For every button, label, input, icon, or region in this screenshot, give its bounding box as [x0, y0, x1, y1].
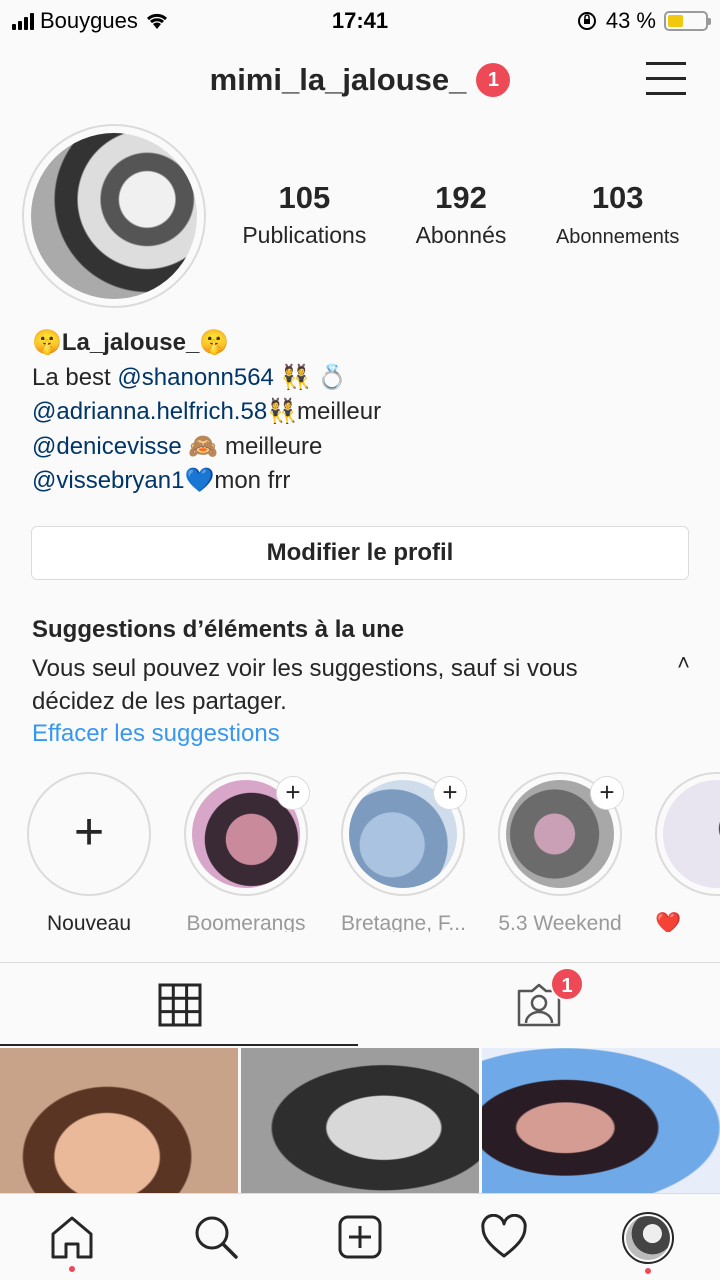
tab-grid[interactable] [0, 963, 360, 1047]
highlight-circle: + [498, 772, 624, 896]
nav-home[interactable] [0, 1194, 144, 1280]
edit-profile-button[interactable]: Modifier le profil [31, 526, 689, 580]
highlight-item[interactable]: ❤️ [655, 772, 720, 932]
plus-icon[interactable]: + [276, 776, 310, 810]
stat-followers[interactable]: 192 Abonnés [383, 180, 540, 249]
stat-following[interactable]: 103 Abonnements [539, 180, 696, 249]
tagged-notification-badge: 1 [550, 967, 584, 1001]
bio-text: La best [32, 363, 118, 391]
username-title: mimi_la_jalouse_ [209, 62, 467, 97]
post-thumbnail[interactable] [482, 1048, 720, 1193]
stat-publications[interactable]: 105 Publications [226, 180, 383, 249]
active-tab-indicator [0, 1044, 358, 1046]
activity-dot [645, 1268, 651, 1274]
nav-activity[interactable] [432, 1194, 576, 1280]
profile-header: mimi_la_jalouse_ 1 [0, 50, 720, 114]
profile-photo [31, 133, 197, 299]
add-post-icon [338, 1215, 382, 1259]
highlight-label: Nouveau [46, 912, 132, 932]
profile-bio: 🤫La_jalouse_🤫 La best @shanonn564 👯 💍 @a… [32, 326, 692, 499]
bio-text: 💙mon frr [184, 467, 291, 494]
profile-stats: 105 Publications 192 Abonnés 103 Abonnem… [226, 180, 696, 249]
nav-add-post[interactable] [288, 1194, 432, 1280]
battery-icon [664, 11, 711, 31]
status-right: 43 % [576, 8, 711, 34]
highlight-label: ❤️ [655, 912, 682, 932]
nav-search[interactable] [144, 1194, 288, 1280]
stat-value: 192 [435, 180, 487, 215]
display-name: 🤫La_jalouse_🤫 [32, 329, 230, 356]
mention-link[interactable]: @shanonn564 [117, 364, 274, 391]
menu-icon[interactable] [646, 62, 686, 96]
stat-value: 103 [591, 180, 644, 215]
activity-dot [69, 1266, 75, 1272]
bio-text: 👯meilleur [267, 398, 382, 425]
home-icon [51, 1216, 93, 1259]
story-highlights: + Nouveau + Boomerangs + Bretagne, F... … [0, 772, 720, 932]
bio-line: @denicevisse 🙈 meilleure [32, 430, 692, 465]
status-bar: Bouygues 17:41 43 % [0, 0, 720, 40]
bottom-navigation [0, 1193, 720, 1280]
highlight-circle: + [27, 772, 151, 896]
stat-label: Publications [242, 222, 367, 248]
posts-grid [0, 1048, 720, 1193]
stat-label: Abonnés [415, 222, 507, 248]
search-icon [195, 1216, 238, 1259]
bio-line: @vissebryan1💙mon frr [32, 464, 692, 499]
plus-icon[interactable]: + [433, 776, 467, 810]
stat-value: 105 [278, 180, 331, 215]
clear-suggestions-link[interactable]: Effacer les suggestions [32, 720, 280, 748]
post-thumbnail[interactable] [0, 1048, 238, 1193]
rotation-lock-icon [577, 12, 596, 30]
grid-icon [158, 983, 202, 1027]
suggestions-description: Vous seul pouvez voir les suggestions, s… [32, 655, 578, 715]
highlight-circle: + [184, 772, 310, 896]
heart-icon [481, 1214, 527, 1258]
profile-avatar [622, 1212, 674, 1264]
suggestions-title: Suggestions d’éléments à la une [32, 616, 405, 643]
chevron-up-icon[interactable]: ˄ [677, 650, 690, 676]
highlight-label: 5.3 Weekend [498, 912, 622, 932]
highlight-item[interactable]: + 5.3 Weekend [498, 772, 624, 932]
highlight-label: Boomerangs [186, 912, 306, 932]
bio-text: 👯 💍 [273, 363, 348, 391]
stat-label: Abonnements [555, 226, 680, 248]
battery-percent: 43 % [605, 8, 656, 33]
highlight-circle: + [341, 772, 467, 896]
highlight-item[interactable]: + Boomerangs [184, 772, 310, 932]
bio-line: La best @shanonn564 👯 💍 [32, 361, 692, 396]
post-thumbnail[interactable] [241, 1048, 479, 1193]
nav-profile[interactable] [576, 1194, 720, 1280]
tab-tagged[interactable]: 1 [360, 963, 720, 1047]
plus-icon[interactable]: + [590, 776, 624, 810]
bio-line: @adrianna.helfrich.58👯meilleur [32, 395, 692, 430]
mention-link[interactable]: @vissebryan1 [32, 467, 184, 494]
highlight-new[interactable]: + Nouveau [27, 772, 151, 932]
profile-tabs: 1 [0, 963, 720, 1047]
highlight-label: Bretagne, F... [341, 912, 466, 932]
highlight-circle [655, 772, 720, 896]
mention-link[interactable]: @adrianna.helfrich.58 [32, 398, 267, 425]
account-switcher[interactable]: mimi_la_jalouse_ 1 [210, 62, 511, 98]
mention-link[interactable]: @denicevisse [32, 433, 182, 460]
plus-icon: + [73, 803, 105, 861]
notification-badge: 1 [476, 63, 511, 97]
bio-text: 🙈 meilleure [181, 432, 323, 460]
highlight-thumbnail [663, 780, 720, 888]
highlight-item[interactable]: + Bretagne, F... [341, 772, 467, 932]
profile-avatar[interactable] [22, 124, 206, 308]
